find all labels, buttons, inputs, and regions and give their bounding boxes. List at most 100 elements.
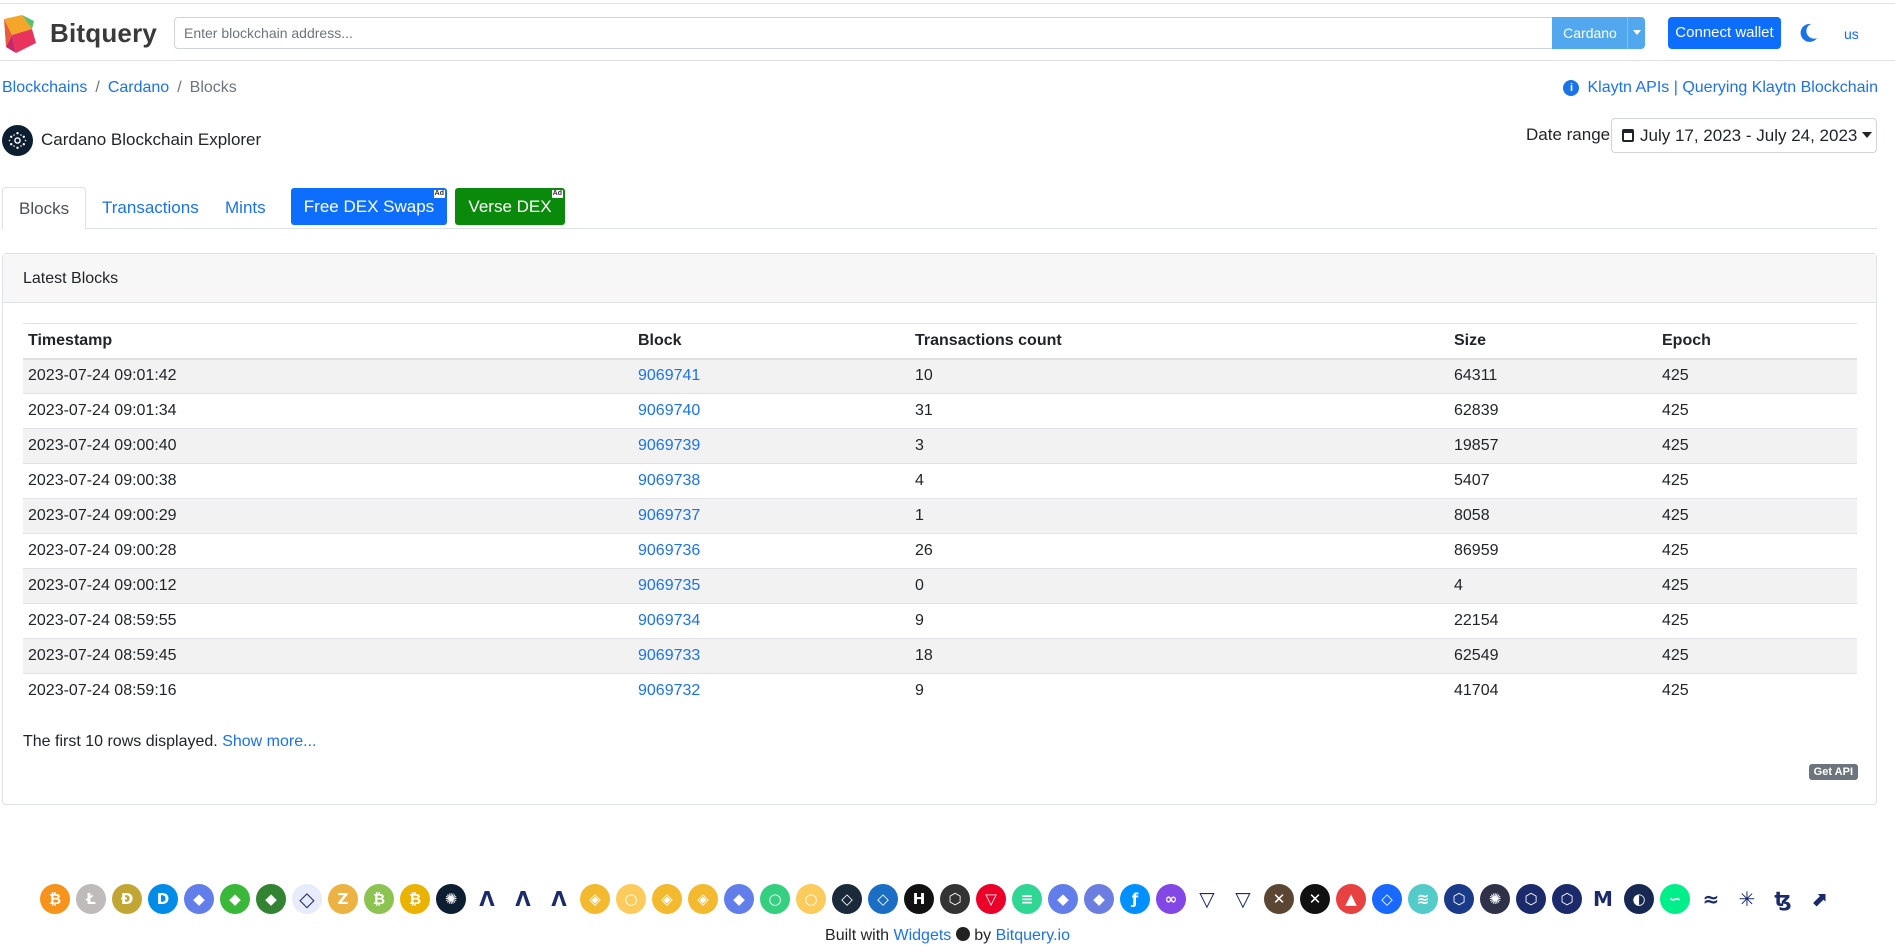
brand-name[interactable]: Bitquery <box>50 18 157 49</box>
bitquery-logo-icon[interactable] <box>2 13 38 55</box>
tab-mints[interactable]: Mints <box>209 187 282 229</box>
cosmos-icon[interactable]: ✺ <box>1478 882 1512 916</box>
tron-icon[interactable]: ▽ <box>974 882 1008 916</box>
block-link[interactable]: 9069741 <box>638 367 700 384</box>
coin-glyph: ▽ <box>1192 884 1222 914</box>
column-header-epoch[interactable]: Epoch <box>1657 323 1857 360</box>
cardano-icon[interactable]: ✺ <box>434 882 468 916</box>
filecoin-icon[interactable]: ƒ <box>1118 882 1152 916</box>
terra-icon[interactable]: ◐ <box>1622 882 1656 916</box>
near-icon[interactable]: ✕ <box>1262 882 1296 916</box>
goerli-icon[interactable]: ◆ <box>722 882 756 916</box>
zcash-icon[interactable]: Z <box>326 882 360 916</box>
chain-alt-icon[interactable]: ⬡ <box>1550 882 1584 916</box>
bnb-chain-icon[interactable]: ◈ <box>650 882 684 916</box>
free-dex-swaps-ad-button[interactable]: Free DEX Swaps Ad <box>291 188 447 225</box>
celo-alt-icon[interactable]: ○ <box>758 882 792 916</box>
ethereum-alt-icon[interactable]: ◆ <box>1082 882 1116 916</box>
algorand-icon[interactable]: Λ <box>470 882 504 916</box>
dogecoin-icon[interactable]: Ð <box>110 882 144 916</box>
breadcrumb-separator: / <box>177 79 182 96</box>
ripple-icon[interactable]: ✳ <box>1730 882 1764 916</box>
github-icon[interactable] <box>955 927 970 941</box>
xinfin-icon[interactable]: ✕ <box>1298 882 1332 916</box>
dash-icon[interactable]: D <box>146 882 180 916</box>
date-range-picker[interactable]: July 17, 2023 - July 24, 2023 <box>1611 118 1877 153</box>
column-header-transactions-count[interactable]: Transactions count <box>910 323 1449 360</box>
bitcoin-cash-icon[interactable]: ₿ <box>362 882 396 916</box>
stellar-icon[interactable]: ≈ <box>1694 882 1728 916</box>
celo-icon[interactable]: ○ <box>614 882 648 916</box>
bitquery-site-link[interactable]: Bitquery.io <box>996 927 1070 944</box>
get-api-button[interactable]: Get API <box>1808 764 1858 780</box>
velas-icon[interactable]: ▽ <box>1190 882 1224 916</box>
block-link[interactable]: 9069738 <box>638 472 700 489</box>
medibloc-icon[interactable]: M <box>1586 882 1620 916</box>
chain-icon[interactable]: ⬡ <box>1514 882 1548 916</box>
search-input[interactable] <box>174 17 1553 49</box>
chain-dropdown-toggle[interactable] <box>1627 17 1645 49</box>
tab-blocks[interactable]: Blocks <box>2 187 87 230</box>
velas-alt-icon[interactable]: ▽ <box>1226 882 1260 916</box>
block-link[interactable]: 9069739 <box>638 437 700 454</box>
footer: Built with Widgets by Bitquery.io <box>0 927 1895 945</box>
bnb-testnet-icon[interactable]: ◈ <box>686 882 720 916</box>
celo-testnet-icon[interactable]: ○ <box>794 882 828 916</box>
connect-wallet-button[interactable]: Connect wallet <box>1668 17 1781 49</box>
algorand-testnet-icon[interactable]: Λ <box>542 882 576 916</box>
tezos-icon[interactable]: ꜩ <box>1766 882 1800 916</box>
column-header-timestamp[interactable]: Timestamp <box>23 323 633 360</box>
block-link[interactable]: 9069736 <box>638 542 700 559</box>
show-more-link[interactable]: Show more... <box>222 733 316 750</box>
widgets-link[interactable]: Widgets <box>894 927 952 944</box>
table-row: 2023-07-24 09:00:28 9069736 26 86959 425 <box>23 533 1857 569</box>
table-row: 2023-07-24 08:59:55 9069734 9 22154 425 <box>23 603 1857 639</box>
block-link[interactable]: 9069735 <box>638 577 700 594</box>
ethereum-icon[interactable]: ◆ <box>182 882 216 916</box>
conflux-icon[interactable]: ◇ <box>830 882 864 916</box>
block-link[interactable]: 9069740 <box>638 402 700 419</box>
chain-selector-button[interactable]: Cardano <box>1552 17 1628 49</box>
coin-glyph: ▽ <box>1228 884 1258 914</box>
conflux-alt-icon[interactable]: ◇ <box>866 882 900 916</box>
algorand-alt-icon[interactable]: Λ <box>506 882 540 916</box>
epoch-cell: 425 <box>1657 463 1857 499</box>
verse-dex-ad-button[interactable]: Verse DEX Ad <box>455 188 565 225</box>
bitcoin-sv-icon[interactable]: ₿ <box>398 882 432 916</box>
blocks-table: Timestamp Block Transactions count Size … <box>23 323 1857 709</box>
block-link[interactable]: 9069737 <box>638 507 700 524</box>
coin-glyph: Ł <box>76 884 106 914</box>
flow-icon[interactable]: ∽ <box>1658 882 1692 916</box>
promo-link[interactable]: i Klaytn APIs | Querying Klaytn Blockchai… <box>1563 79 1878 97</box>
avalanche-icon[interactable]: ▲ <box>1334 882 1368 916</box>
ethereum-classic-icon[interactable]: ◆ <box>218 882 252 916</box>
bitquery-arrow-icon[interactable]: ⬈ <box>1802 882 1836 916</box>
moonbeam-icon[interactable]: ≋ <box>1406 882 1440 916</box>
breadcrumb-cardano[interactable]: Cardano <box>108 79 169 96</box>
block-link[interactable]: 9069734 <box>638 612 700 629</box>
cardano-icon <box>2 124 33 156</box>
fantom-icon[interactable]: ◇ <box>1370 882 1404 916</box>
chainlink-icon[interactable]: ⬡ <box>1442 882 1476 916</box>
polygon-icon[interactable]: ∞ <box>1154 882 1188 916</box>
language-selector[interactable]: us <box>1844 26 1859 42</box>
moon-icon[interactable] <box>1797 22 1819 44</box>
coin-glyph: ⬡ <box>1552 884 1582 914</box>
block-link[interactable]: 9069732 <box>638 682 700 699</box>
breadcrumb-blockchains[interactable]: Blockchains <box>2 79 87 96</box>
tab-transactions[interactable]: Transactions <box>86 187 215 229</box>
hedera-icon[interactable]: H <box>902 882 936 916</box>
eos-icon[interactable]: ⬡ <box>938 882 972 916</box>
ethereum-classic-alt-icon[interactable]: ◆ <box>254 882 288 916</box>
column-header-size[interactable]: Size <box>1449 323 1657 360</box>
promo-link-label[interactable]: Klaytn APIs | Querying Klaytn Blockchain <box>1587 79 1878 96</box>
ethereum-outline-icon[interactable]: ◇ <box>290 882 324 916</box>
solana-icon[interactable]: ≡ <box>1010 882 1044 916</box>
ethpow-icon[interactable]: ◆ <box>1046 882 1080 916</box>
litecoin-icon[interactable]: Ł <box>74 882 108 916</box>
bnb-icon[interactable]: ◈ <box>578 882 612 916</box>
bitcoin-icon[interactable]: ₿ <box>38 882 72 916</box>
timestamp-cell: 2023-07-24 09:00:38 <box>23 463 633 499</box>
column-header-block[interactable]: Block <box>633 323 910 360</box>
block-link[interactable]: 9069733 <box>638 647 700 664</box>
